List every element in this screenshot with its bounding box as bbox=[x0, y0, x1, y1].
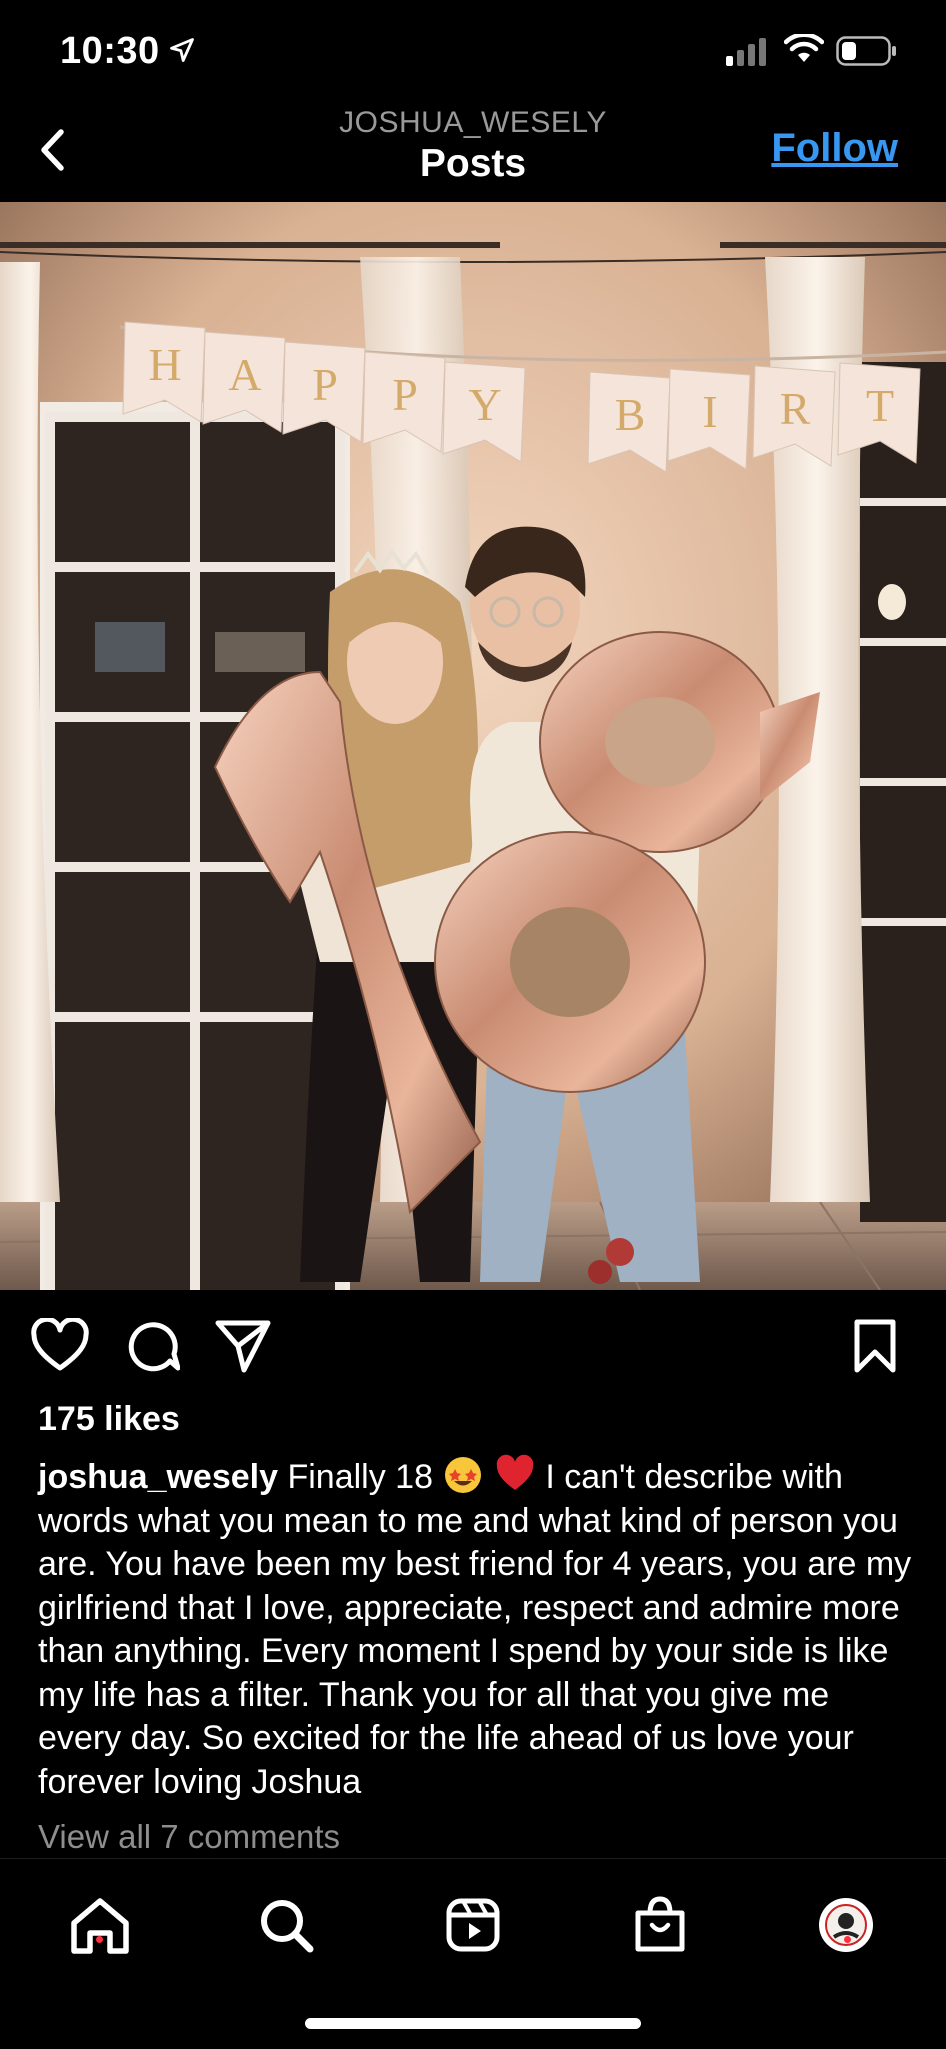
caption-username[interactable]: joshua_wesely bbox=[38, 1458, 278, 1496]
shop-icon[interactable] bbox=[620, 1885, 700, 1965]
bookmark-icon[interactable] bbox=[852, 1318, 898, 1374]
caption-start: Finally 18 bbox=[287, 1458, 433, 1496]
post-header: JOSHUA_WESELY Posts Follow bbox=[0, 100, 946, 202]
reels-icon[interactable] bbox=[433, 1885, 513, 1965]
comment-icon[interactable] bbox=[124, 1318, 180, 1374]
post-actions bbox=[0, 1310, 946, 1380]
post-photo[interactable]: HAPPYBIRT bbox=[0, 202, 946, 1290]
heart-icon[interactable] bbox=[30, 1318, 90, 1374]
banner-letter: P bbox=[312, 359, 338, 410]
banner-letter: P bbox=[392, 369, 418, 420]
caption-text: I can't describe with words what you mea… bbox=[38, 1458, 912, 1801]
post-caption: joshua_wesely Finally 18 I can't describ… bbox=[38, 1454, 918, 1804]
status-time: 10:30 bbox=[60, 30, 160, 72]
banner-letter: B bbox=[615, 389, 646, 440]
banner-letter: Y bbox=[468, 379, 501, 430]
status-bar: 10:30 bbox=[0, 0, 946, 100]
red-heart-emoji-icon bbox=[496, 1454, 534, 1490]
battery-icon bbox=[836, 36, 896, 66]
search-icon[interactable] bbox=[246, 1885, 326, 1965]
likes-count[interactable]: 175 likes bbox=[38, 1400, 180, 1439]
home-notification-dot bbox=[96, 1936, 103, 1943]
location-arrow-icon bbox=[170, 38, 194, 62]
share-icon[interactable] bbox=[214, 1318, 272, 1374]
star-struck-emoji-icon bbox=[445, 1457, 482, 1493]
view-comments-link[interactable]: View all 7 comments bbox=[38, 1818, 340, 1856]
home-icon[interactable] bbox=[60, 1885, 140, 1965]
follow-button[interactable]: Follow bbox=[771, 126, 898, 171]
profile-avatar[interactable] bbox=[806, 1885, 886, 1965]
home-indicator[interactable] bbox=[305, 2018, 641, 2029]
banner-letter: R bbox=[780, 383, 811, 434]
profile-notification-dot bbox=[844, 1936, 851, 1943]
banner-letter: A bbox=[228, 349, 261, 400]
birthday-photo-illustration: HAPPYBIRT bbox=[0, 202, 946, 1290]
wifi-icon bbox=[784, 34, 824, 62]
banner-letter: T bbox=[866, 380, 894, 431]
banner-letter: H bbox=[148, 339, 181, 390]
cellular-signal-icon bbox=[726, 38, 766, 66]
banner-letter: I bbox=[702, 386, 717, 437]
